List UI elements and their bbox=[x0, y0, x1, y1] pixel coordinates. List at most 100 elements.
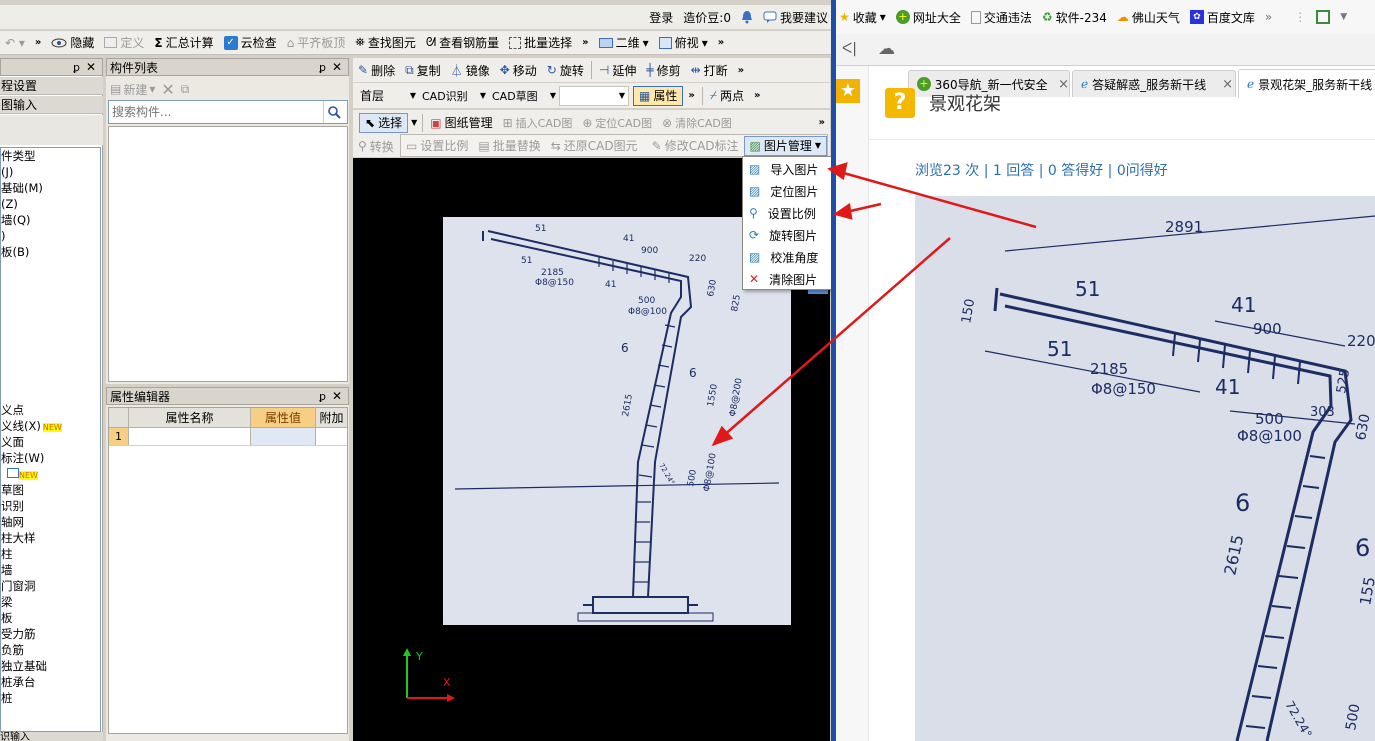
find-element-button[interactable]: ⛯ 查找图元 bbox=[350, 32, 421, 54]
select-button[interactable]: ⬉ 选择 bbox=[359, 112, 409, 133]
modify-cad-label-button[interactable]: ✎ 修改CAD标注 bbox=[647, 135, 744, 157]
property-extra-cell[interactable] bbox=[316, 428, 347, 445]
bookmark-item[interactable]: 交通违法 bbox=[970, 9, 1032, 26]
blank-select[interactable]: ▼ bbox=[559, 85, 629, 106]
property-name-cell[interactable] bbox=[129, 428, 251, 445]
more-chevron-icon[interactable]: » bbox=[683, 85, 699, 107]
restore-cad-button[interactable]: ⇆ 还原CAD图元 bbox=[546, 135, 643, 157]
nav-section-project[interactable]: 程设置 bbox=[0, 77, 103, 95]
more-chevron-icon[interactable]: » bbox=[733, 59, 749, 81]
bookmark-favorites[interactable]: ★ 收藏 ▾ bbox=[839, 9, 886, 26]
more-chevron-icon[interactable]: » bbox=[30, 32, 46, 54]
convert-button[interactable]: ⚲ 转换 bbox=[353, 135, 399, 157]
insert-cad-button[interactable]: ⊞ 插入CAD图 bbox=[498, 112, 578, 134]
tree-item[interactable]: 柱 bbox=[1, 546, 100, 562]
set-scale-button[interactable]: ▭ 设置比例 bbox=[401, 135, 473, 157]
close-icon[interactable]: ✕ bbox=[332, 60, 342, 74]
copy-button[interactable]: ⧉ 复制 bbox=[400, 59, 446, 81]
more-chevron-icon[interactable]: » bbox=[577, 32, 593, 54]
delete-button[interactable]: ✎ 删除 bbox=[353, 59, 400, 81]
tree-item[interactable]: 板 bbox=[1, 610, 100, 626]
more-chevron-icon[interactable]: » bbox=[814, 112, 830, 134]
flat-top-button[interactable]: ⌂ 平齐板顶 bbox=[282, 32, 351, 54]
feedback-button[interactable]: 我要建议 bbox=[758, 6, 833, 28]
menu-dots-icon[interactable]: ⋮ bbox=[1294, 10, 1306, 24]
view-rebar-button[interactable]: ᘛ 查看钢筋量 bbox=[421, 32, 504, 54]
batch-select-button[interactable]: 批量选择 bbox=[504, 32, 577, 54]
tree-item[interactable]: 墙(Q) bbox=[1, 212, 100, 228]
pin-icon[interactable]: ꝑ bbox=[319, 61, 326, 74]
property-name-header[interactable]: 属性名称 bbox=[129, 408, 251, 427]
tree-item-new[interactable]: NEW bbox=[1, 466, 100, 482]
more-chevron-icon[interactable]: » bbox=[713, 32, 729, 54]
drawing-image[interactable]: 51 41 900 220 51 2185 Φ8@150 41 500 Φ8@1… bbox=[443, 217, 791, 625]
more-bookmarks-icon[interactable]: » bbox=[1265, 10, 1272, 24]
move-button[interactable]: ✥ 移动 bbox=[495, 59, 542, 81]
tree-item[interactable]: 门窗洞 bbox=[1, 578, 100, 594]
star-icon[interactable]: ★ bbox=[836, 79, 860, 103]
define-button[interactable]: 定义 bbox=[99, 32, 149, 54]
copy-component-button[interactable]: ⧉ bbox=[181, 82, 190, 97]
property-value-cell[interactable] bbox=[251, 428, 316, 445]
close-icon[interactable]: ✕ bbox=[332, 389, 342, 403]
select-dropdown[interactable]: ▼ bbox=[408, 118, 420, 127]
bookmark-item[interactable]: ✿ 百度文库 bbox=[1189, 9, 1255, 26]
tree-item[interactable]: 柱大样 bbox=[1, 530, 100, 546]
tree-item-define-line[interactable]: 义线(X) NEW bbox=[1, 418, 100, 434]
cad-sketch-select[interactable]: CAD草图 ▼ bbox=[489, 86, 559, 106]
tree-item[interactable]: 标注(W) bbox=[1, 450, 100, 466]
locate-cad-button[interactable]: ⊕ 定位CAD图 bbox=[577, 112, 657, 134]
tree-item[interactable]: 独立基础 bbox=[1, 658, 100, 674]
bookmark-item[interactable]: + 网址大全 bbox=[895, 9, 961, 26]
property-extra-header[interactable]: 附加 bbox=[316, 408, 347, 427]
tree-item[interactable]: 桩承台 bbox=[1, 674, 100, 690]
tab-back-icon[interactable]: ᐸ| bbox=[842, 41, 857, 57]
tree-item[interactable]: 件类型 bbox=[1, 148, 100, 164]
break-button[interactable]: ⇹ 打断 bbox=[686, 59, 733, 81]
clear-cad-button[interactable]: ⊗ 清除CAD图 bbox=[657, 112, 737, 134]
sum-calc-button[interactable]: Σ 汇总计算 bbox=[149, 32, 218, 54]
drawing-manage-button[interactable]: ▣ 图纸管理 bbox=[425, 112, 497, 134]
tree-item[interactable]: 梁 bbox=[1, 594, 100, 610]
delete-component-button[interactable]: ✕ bbox=[161, 80, 174, 99]
undo-button[interactable]: ↶ ▾ bbox=[0, 32, 30, 54]
tree-item[interactable]: (Z) bbox=[1, 196, 100, 212]
property-button[interactable]: ▦ 属性 bbox=[633, 85, 684, 106]
cad-recognize-select[interactable]: CAD识别 ▼ bbox=[419, 86, 489, 106]
nav-section-drawing[interactable]: 图输入 bbox=[0, 96, 103, 114]
pin-icon[interactable]: ꝑ bbox=[73, 61, 80, 74]
nav-bottom-tab[interactable]: 识输入 bbox=[0, 732, 103, 741]
image-manage-dropdown[interactable]: ▨ 图片管理 ▼ bbox=[743, 135, 828, 156]
tree-item[interactable]: 草图 bbox=[1, 482, 100, 498]
tree-item[interactable]: 识别 bbox=[1, 498, 100, 514]
question-stats[interactable]: 浏览23 次 | 1 回答 | 0 答得好 | 0问得好 bbox=[915, 160, 1168, 180]
floor-select[interactable]: 首层 ▼ bbox=[357, 86, 419, 106]
new-component-button[interactable]: ▤ 新建 ▾ bbox=[110, 81, 155, 98]
view-top-dropdown[interactable]: 俯视 ▾ bbox=[654, 32, 713, 54]
extend-button[interactable]: ⊣ 延伸 bbox=[594, 59, 641, 81]
view-2d-dropdown[interactable]: 二维 ▾ bbox=[594, 32, 654, 54]
tree-item[interactable]: (J) bbox=[1, 164, 100, 180]
bell-icon[interactable] bbox=[736, 6, 758, 28]
close-icon[interactable]: ✕ bbox=[86, 60, 96, 74]
tree-item[interactable]: 桩 bbox=[1, 690, 100, 706]
answer-photo[interactable]: 2891 51 41 900 220 150 51 2185 Φ8@150 41… bbox=[915, 196, 1375, 741]
tree-item[interactable]: 轴网 bbox=[1, 514, 100, 530]
apps-grid-icon[interactable] bbox=[1316, 10, 1331, 24]
chevron-down-icon[interactable]: ▼ bbox=[1340, 12, 1347, 22]
tree-item[interactable]: 基础(M) bbox=[1, 180, 100, 196]
tree-item[interactable]: 板(B) bbox=[1, 244, 100, 260]
tree-item[interactable]: 义点 bbox=[1, 402, 100, 418]
hide-button[interactable]: 隐藏 bbox=[46, 32, 99, 54]
cloud-icon[interactable]: ☁ bbox=[878, 39, 895, 59]
pin-icon[interactable]: ꝑ bbox=[319, 390, 326, 403]
mirror-button[interactable]: ⏃ 镜像 bbox=[446, 59, 495, 81]
tree-item[interactable]: 墙 bbox=[1, 562, 100, 578]
more-chevron-icon[interactable]: » bbox=[749, 85, 765, 107]
property-value-header[interactable]: 属性值 bbox=[251, 408, 316, 427]
bookmark-item[interactable]: ☁ 佛山天气 bbox=[1117, 9, 1180, 26]
login-button[interactable]: 登录 bbox=[644, 6, 678, 28]
tree-item[interactable]: 义面 bbox=[1, 434, 100, 450]
tree-item[interactable]: ) bbox=[1, 228, 100, 244]
table-row[interactable]: 1 bbox=[109, 428, 347, 446]
